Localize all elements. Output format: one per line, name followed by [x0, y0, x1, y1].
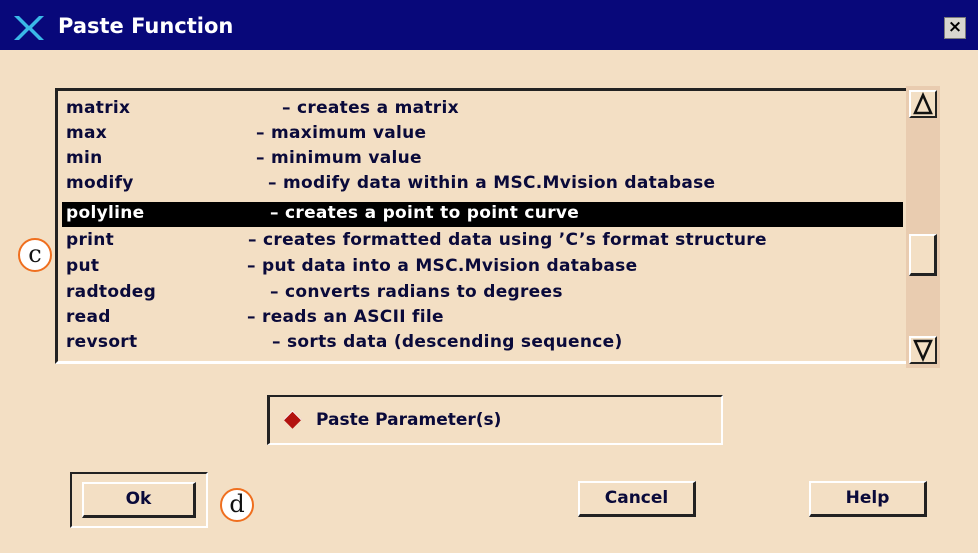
- function-name: polyline: [66, 203, 145, 223]
- function-description: – creates formatted data using ’C’s form…: [248, 230, 767, 250]
- x-logo-icon: [14, 16, 44, 40]
- list-item[interactable]: print – creates formatted data using ’C’…: [62, 229, 903, 254]
- radio-diamond-icon[interactable]: [283, 410, 302, 429]
- list-item-selected[interactable]: polyline – creates a point to point curv…: [62, 202, 903, 227]
- arrow-down-icon: [913, 339, 933, 363]
- function-name: max: [66, 123, 108, 143]
- scroll-up-button[interactable]: [909, 90, 937, 118]
- scroll-thumb[interactable]: [909, 234, 937, 276]
- scroll-down-button[interactable]: [909, 336, 937, 364]
- paste-parameters-label: Paste Parameter(s): [316, 410, 502, 430]
- function-description: – creates a point to point curve: [270, 203, 580, 223]
- annotation-c-marker: c: [18, 238, 52, 272]
- list-item[interactable]: radtodeg – converts radians to degrees: [62, 281, 903, 306]
- function-description: – modify data within a MSC.Mvision datab…: [268, 173, 716, 193]
- list-item[interactable]: revsort – sorts data (descending sequenc…: [62, 331, 903, 356]
- list-item[interactable]: max – maximum value: [62, 122, 903, 147]
- close-button[interactable]: ×: [944, 17, 966, 39]
- paste-function-dialog: Paste Function × matrix – creates a matr…: [0, 0, 978, 553]
- function-name: modify: [66, 173, 134, 193]
- list-scrollbar[interactable]: [906, 86, 940, 368]
- function-name: min: [66, 148, 103, 168]
- function-description: – maximum value: [256, 123, 427, 143]
- function-description: – creates a matrix: [282, 98, 459, 118]
- function-description: – reads an ASCII file: [247, 307, 444, 327]
- function-description: – minimum value: [256, 148, 422, 168]
- ok-default-frame: Ok: [70, 472, 208, 528]
- annotation-d-marker: d: [220, 488, 254, 522]
- window-title: Paste Function: [58, 14, 234, 38]
- function-name: read: [66, 307, 111, 327]
- function-description: – put data into a MSC.Mvision database: [247, 256, 638, 276]
- help-button[interactable]: Help: [809, 481, 927, 517]
- list-item[interactable]: min – minimum value: [62, 147, 903, 172]
- function-name: revsort: [66, 332, 138, 352]
- paste-parameters-option[interactable]: Paste Parameter(s): [267, 395, 723, 445]
- title-bar[interactable]: Paste Function ×: [0, 0, 978, 50]
- list-item[interactable]: modify – modify data within a MSC.Mvisio…: [62, 172, 903, 197]
- function-list[interactable]: matrix – creates a matrix max – maximum …: [55, 88, 909, 364]
- function-name: radtodeg: [66, 282, 157, 302]
- function-name: matrix: [66, 98, 131, 118]
- list-item[interactable]: put – put data into a MSC.Mvision databa…: [62, 255, 903, 280]
- function-name: print: [66, 230, 115, 250]
- ok-button[interactable]: Ok: [82, 482, 196, 518]
- arrow-up-icon: [913, 91, 933, 115]
- function-description: – converts radians to degrees: [270, 282, 563, 302]
- cancel-button[interactable]: Cancel: [578, 481, 696, 517]
- list-item[interactable]: read – reads an ASCII file: [62, 306, 903, 331]
- function-description: – sorts data (descending sequence): [272, 332, 623, 352]
- function-name: put: [66, 256, 100, 276]
- list-item[interactable]: matrix – creates a matrix: [62, 97, 903, 122]
